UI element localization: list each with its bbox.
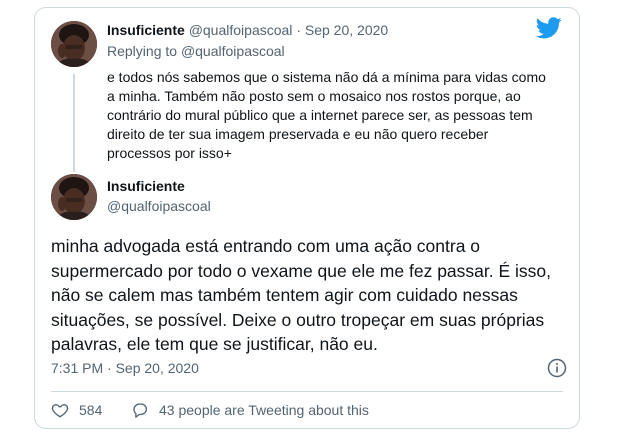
avatar[interactable] [51, 21, 97, 67]
quoted-handle[interactable]: @qualfoipascoal [189, 22, 293, 38]
like-button[interactable]: 584 [51, 401, 102, 419]
replying-prefix: Replying to [107, 43, 178, 59]
tweet-timestamp[interactable]: 7:31 PM · Sep 20, 2020 [51, 360, 199, 376]
quoted-display-name[interactable]: Insuficiente [107, 22, 185, 38]
tweeting-about-link[interactable]: 43 people are Tweeting about this [131, 401, 369, 419]
quoted-tweet-header: Insuficiente @qualfoipascoal · Sep 20, 2… [107, 21, 388, 39]
tweeting-about-text: 43 people are Tweeting about this [159, 402, 369, 418]
main-tweet-text: minha advogada está entrando com uma açã… [51, 236, 551, 354]
quoted-tweet-text: e todos nós sabemos que o sistema não dá… [107, 69, 546, 161]
main-handle[interactable]: @qualfoipascoal [107, 198, 211, 214]
replying-to-line: Replying to @qualfoipascoal [107, 43, 285, 59]
thread-connector [73, 74, 75, 172]
main-display-name[interactable]: Insuficiente [107, 178, 185, 194]
divider [51, 391, 563, 392]
like-count: 584 [79, 402, 103, 418]
avatar[interactable] [51, 174, 97, 220]
speech-bubble-icon [133, 403, 148, 418]
separator-dot: · [296, 22, 301, 38]
twitter-bird-icon[interactable] [536, 17, 562, 39]
replying-mention[interactable]: @qualfoipascoal [181, 43, 285, 59]
tweet-card: Insuficiente @qualfoipascoal · Sep 20, 2… [34, 7, 580, 429]
quoted-date[interactable]: Sep 20, 2020 [305, 22, 388, 38]
heart-icon [51, 404, 69, 418]
info-icon[interactable] [547, 358, 567, 378]
